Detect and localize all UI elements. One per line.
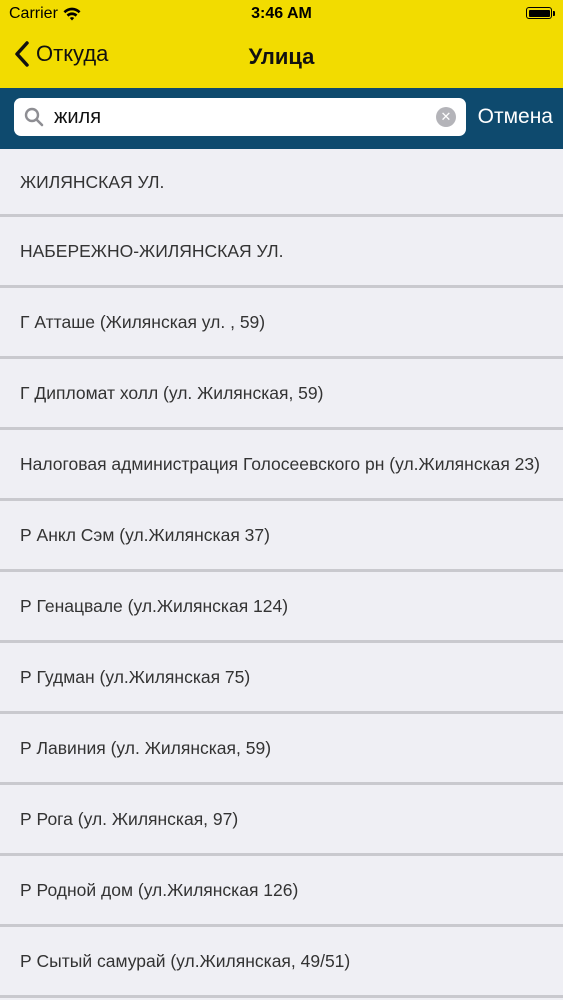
search-bar: ✕ Отмена xyxy=(0,88,563,149)
battery-icon xyxy=(526,7,555,19)
list-item-label: Р Лавиния (ул. Жилянская, 59) xyxy=(20,738,272,758)
list-item[interactable]: Р Генацвале (ул.Жилянская 124) xyxy=(0,572,563,643)
list-item[interactable]: Р Рога (ул. Жилянская, 97) xyxy=(0,785,563,856)
list-item-label: Р Сытый самурай (ул.Жилянская, 49/51) xyxy=(20,951,351,971)
list-item[interactable]: Р Гудман (ул.Жилянская 75) xyxy=(0,643,563,714)
status-bar: Carrier 3:46 AM xyxy=(0,0,563,28)
list-item[interactable]: Р Анкл Сэм (ул.Жилянская 37) xyxy=(0,501,563,572)
search-icon xyxy=(24,107,44,127)
list-item-label: Г Атташе (Жилянская ул. , 59) xyxy=(20,312,266,332)
list-item-label: Р Рога (ул. Жилянская, 97) xyxy=(20,809,239,829)
battery-fill xyxy=(528,9,550,17)
list-item[interactable]: Р Сытый самурай (ул.Жилянская, 49/51) xyxy=(0,927,563,998)
list-item-label: Р Анкл Сэм (ул.Жилянская 37) xyxy=(20,525,270,545)
search-input[interactable] xyxy=(52,104,436,130)
cancel-button[interactable]: Отмена xyxy=(478,105,553,129)
list-item-label: Г Дипломат холл (ул. Жилянская, 59) xyxy=(20,383,324,403)
list-item-label: ЖИЛЯНСКАЯ УЛ. xyxy=(20,171,165,192)
list-item[interactable]: Р Лавиния (ул. Жилянская, 59) xyxy=(0,714,563,785)
list-item[interactable]: Р Родной дом (ул.Жилянская 126) xyxy=(0,856,563,927)
navigation-bar: Откуда Улица xyxy=(0,28,563,88)
list-item-label: Налоговая администрация Голосеевского рн… xyxy=(20,454,540,474)
page-title: Улица xyxy=(248,44,315,69)
top-bar: Carrier 3:46 AM Откуда Улица xyxy=(0,0,563,88)
list-item[interactable]: Налоговая администрация Голосеевского рн… xyxy=(0,430,563,501)
list-item-label: Р Гудман (ул.Жилянская 75) xyxy=(20,667,251,687)
list-item-label: Р Родной дом (ул.Жилянская 126) xyxy=(20,880,299,900)
clear-icon[interactable]: ✕ xyxy=(436,107,456,127)
list-item-label: НАБЕРЕЖНО-ЖИЛЯНСКАЯ УЛ. xyxy=(20,241,284,261)
results-list: ЖИЛЯНСКАЯ УЛ. НАБЕРЕЖНО-ЖИЛЯНСКАЯ УЛ. Г … xyxy=(0,149,563,998)
list-item[interactable]: НАБЕРЕЖНО-ЖИЛЯНСКАЯ УЛ. xyxy=(0,217,563,288)
status-time: 3:46 AM xyxy=(251,5,312,22)
list-item[interactable]: Г Дипломат холл (ул. Жилянская, 59) xyxy=(0,359,563,430)
list-item[interactable]: Г Атташе (Жилянская ул. , 59) xyxy=(0,288,563,359)
list-item-label: Р Генацвале (ул.Жилянская 124) xyxy=(20,596,289,616)
list-item[interactable]: ЖИЛЯНСКАЯ УЛ. xyxy=(0,149,563,217)
search-field[interactable]: ✕ xyxy=(14,98,466,136)
